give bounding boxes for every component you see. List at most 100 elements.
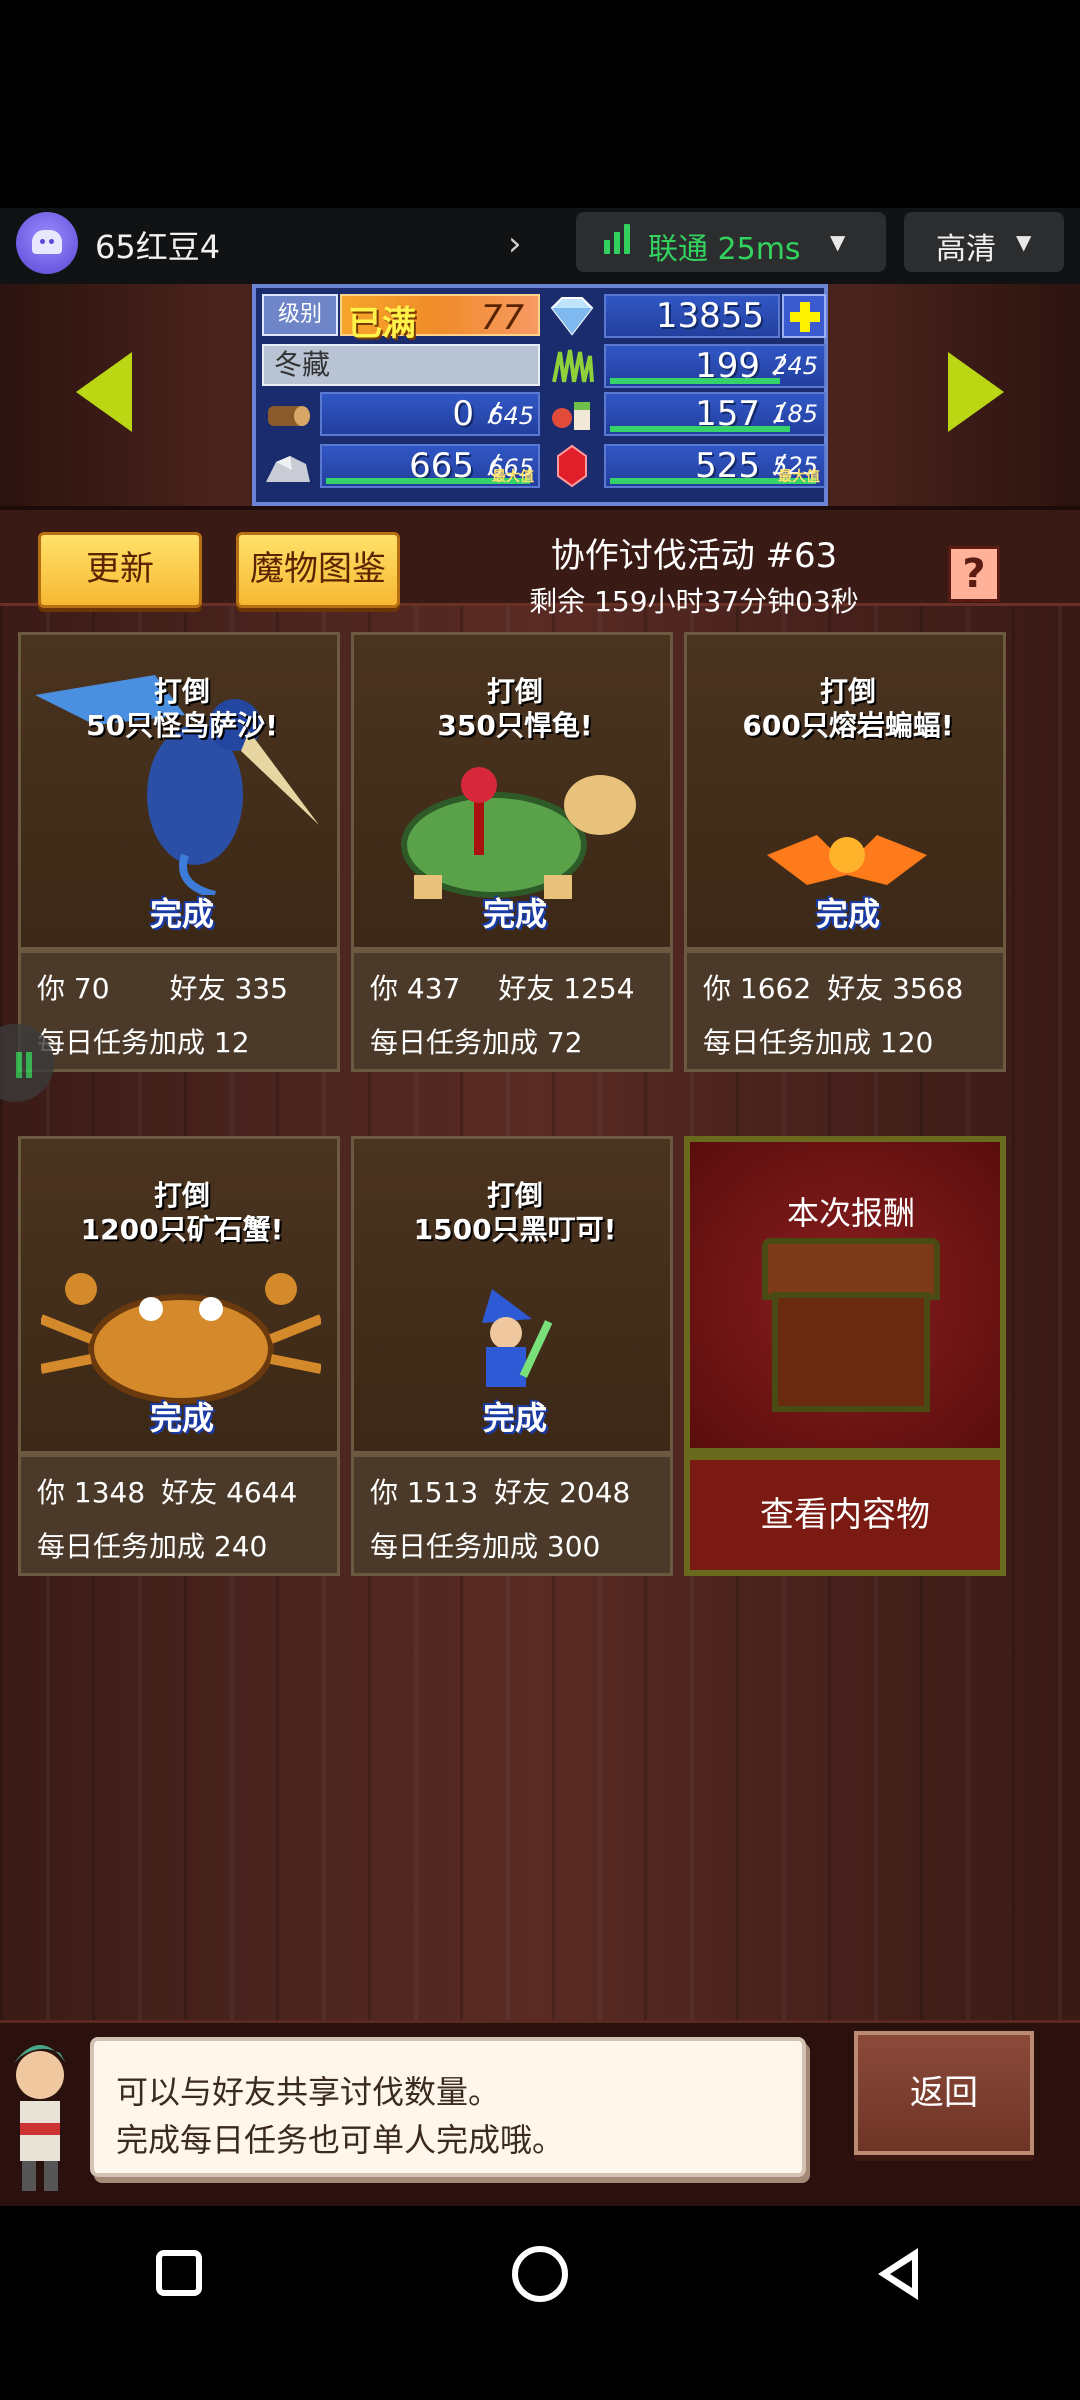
bonus-label: 每日任务加成 — [370, 1026, 539, 1059]
quest-card[interactable]: 打倒 350只悍龟! 完成 你 437 好友 1254 每日任务加成 72 — [351, 632, 673, 1072]
chevron-down-icon: ▼ — [830, 230, 846, 254]
quest-status: 完成 — [815, 895, 880, 933]
level-value: 77 — [480, 298, 524, 338]
quest-status: 完成 — [149, 1399, 214, 1437]
bestiary-button[interactable]: 魔物图鉴 — [236, 532, 400, 608]
network-label: 联通 25ms — [648, 232, 801, 267]
help-button[interactable]: ? — [948, 546, 1000, 602]
grass-max: 245 — [772, 352, 818, 380]
wood-box: 0 / 645 — [320, 392, 540, 436]
dialog-area: 可以与好友共享讨伐数量。 完成每日任务也可单人完成哦。 返回 — [0, 2020, 1080, 2206]
you-count: 437 — [406, 972, 461, 1005]
food-icon — [546, 392, 598, 436]
friend-label: 好友 — [169, 972, 226, 1005]
ruby-max-tag: 最大值 — [778, 469, 820, 485]
level-max-badge: 已满 — [348, 304, 416, 344]
status-area — [0, 0, 1080, 208]
ruby-icon — [546, 444, 598, 488]
you-count: 1662 — [739, 972, 812, 1005]
level-label: 级别 — [262, 294, 338, 336]
event-time-left: 剩余 159小时37分钟03秒 — [529, 585, 859, 618]
view-contents-button[interactable]: 查看内容物 — [684, 1454, 1006, 1576]
gems-box: 13855 — [604, 294, 780, 338]
dialog-bubble: 可以与好友共享讨伐数量。 完成每日任务也可单人完成哦。 — [90, 2037, 806, 2177]
reward-card: 本次报酬 查看内容物 — [684, 1136, 1006, 1576]
quest-card[interactable]: 打倒 600只熔岩蝙蝠! 完成 你 1662 好友 3568 每日任务加成 120 — [684, 632, 1006, 1072]
device-avatar-icon[interactable] — [16, 212, 78, 274]
back-triangle-icon[interactable] — [878, 2248, 918, 2300]
season-label: 冬藏 — [262, 344, 540, 386]
bonus-value: 72 — [546, 1026, 583, 1059]
bonus-value: 240 — [213, 1530, 268, 1563]
ruby-box: 525 / 525 最大值 — [604, 444, 826, 488]
monster-bat-icon — [767, 835, 927, 885]
recent-apps-icon[interactable] — [156, 2250, 202, 2296]
bonus-label: 每日任务加成 — [703, 1026, 872, 1059]
quest-card[interactable]: 打倒 50只怪鸟萨沙! 完成 你 70 好友 335 每日任务加成 12 — [18, 632, 340, 1072]
dialog-line-1: 可以与好友共享讨伐数量。 — [116, 2073, 501, 2111]
stone-box: 665 / 665 最大值 — [320, 444, 540, 488]
grass-icon — [546, 344, 598, 388]
monster-crab-icon — [41, 1273, 321, 1404]
chevron-right-icon[interactable]: › — [508, 224, 522, 264]
stone-max-tag: 最大值 — [492, 469, 534, 485]
home-icon[interactable] — [512, 2246, 568, 2302]
you-count: 1513 — [406, 1476, 479, 1509]
signal-icon — [604, 240, 610, 254]
stone-ore-icon — [262, 444, 314, 488]
quest-title-line2: 600只熔岩蝙蝠! — [742, 709, 954, 742]
level-box: 已满 77 — [340, 294, 540, 344]
quest-title-line1: 打倒 — [486, 1179, 543, 1212]
quality-label: 高清 — [936, 232, 996, 267]
food-max: 185 — [772, 400, 818, 428]
bonus-label: 每日任务加成 — [37, 1530, 206, 1563]
quest-status: 完成 — [482, 895, 547, 933]
quality-selector[interactable]: 高清 ▼ — [904, 212, 1064, 272]
friend-label: 好友 — [498, 972, 555, 1005]
system-nav-bar — [0, 2206, 1080, 2400]
next-arrow-icon[interactable] — [948, 352, 1004, 432]
network-selector[interactable]: 联通 25ms ▼ — [576, 212, 886, 272]
quest-title-line2: 50只怪鸟萨沙! — [86, 709, 278, 742]
quest-status: 完成 — [482, 1399, 547, 1437]
add-gems-button[interactable] — [782, 294, 826, 338]
bonus-value: 12 — [213, 1026, 250, 1059]
grass-box: 199 / 245 — [604, 344, 826, 388]
friend-count: 3568 — [892, 972, 964, 1005]
wood-log-icon — [262, 392, 314, 436]
bonus-label: 每日任务加成 — [37, 1026, 206, 1059]
you-count: 1348 — [73, 1476, 146, 1509]
device-name[interactable]: 65红豆4 — [95, 222, 220, 268]
bonus-value: 300 — [546, 1530, 601, 1563]
back-button[interactable]: 返回 — [854, 2031, 1034, 2155]
chevron-down-icon: ▼ — [1016, 230, 1032, 254]
grass-progress-bar — [610, 378, 780, 384]
friend-count: 4644 — [226, 1476, 298, 1509]
friend-label: 好友 — [494, 1476, 551, 1509]
friend-count: 335 — [234, 972, 288, 1005]
reward-label: 本次报酬 — [786, 1194, 915, 1232]
quest-card[interactable]: 打倒 1500只黑叮可! 完成 你 1513 好友 2048 每日任务加成 300 — [351, 1136, 673, 1576]
quest-title-line2: 1500只黑叮可! — [413, 1213, 617, 1246]
bonus-label: 每日任务加成 — [370, 1530, 539, 1563]
quest-title-line1: 打倒 — [153, 1179, 210, 1212]
food-box: 157 / 185 — [604, 392, 826, 436]
quest-title-line2: 1200只矿石蟹! — [80, 1213, 284, 1246]
food-progress-bar — [610, 426, 790, 432]
event-title: 协作讨伐活动 #63 — [550, 536, 838, 576]
quest-card[interactable]: 打倒 1200只矿石蟹! 完成 你 1348 好友 4644 每日任务加成 240 — [18, 1136, 340, 1576]
you-label: 你 — [37, 1476, 66, 1509]
treasure-chest-icon — [762, 1238, 940, 1300]
you-count: 70 — [73, 972, 110, 1005]
wood-value: 0 — [452, 394, 474, 434]
friend-count: 2048 — [559, 1476, 631, 1509]
prev-arrow-icon[interactable] — [76, 352, 132, 432]
refresh-button[interactable]: 更新 — [38, 532, 202, 608]
friend-count: 1254 — [563, 972, 635, 1005]
you-label: 你 — [37, 972, 66, 1005]
wood-max: 645 — [488, 402, 534, 430]
friend-label: 好友 — [161, 1476, 218, 1509]
monster-mage-icon — [482, 1289, 553, 1387]
gems-value: 13855 — [655, 296, 764, 336]
you-label: 你 — [370, 972, 399, 1005]
